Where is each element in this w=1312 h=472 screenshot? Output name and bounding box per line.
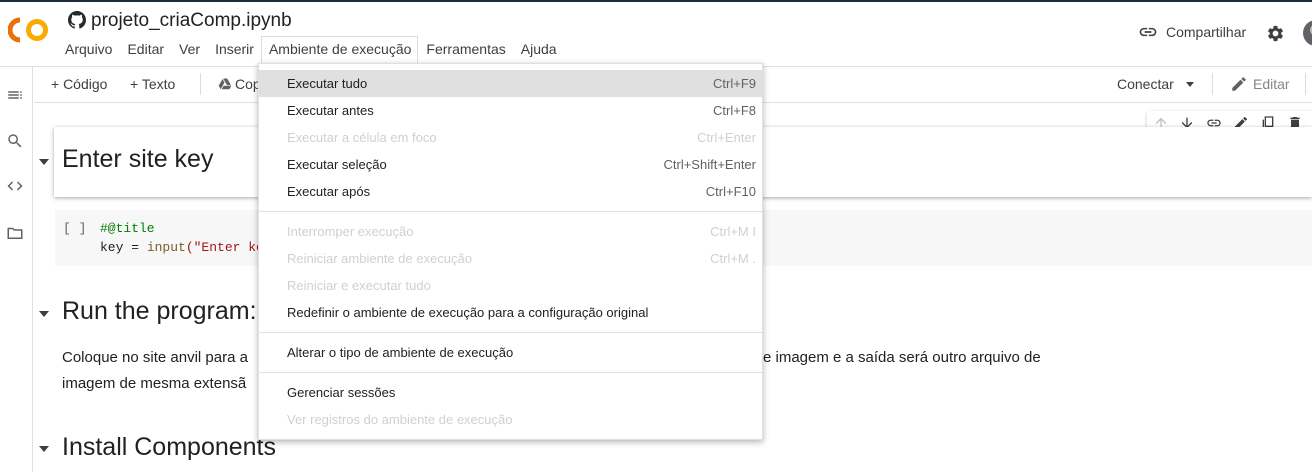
menu-item-gerenciar-sessoes[interactable]: Gerenciar sessões bbox=[259, 379, 762, 406]
toolbar-divider bbox=[200, 73, 201, 95]
menu-item-redefinir-ambiente[interactable]: Redefinir o ambiente de execução para a … bbox=[259, 299, 762, 326]
menu-item-reiniciar-ambiente: Reiniciar ambiente de execução Ctrl+M . bbox=[287, 251, 756, 266]
code-string: ("Enter ke bbox=[185, 240, 264, 255]
code-function: input bbox=[146, 240, 186, 255]
menu-bar: Arquivo Editar Ver Inserir Ambiente de e… bbox=[57, 36, 564, 63]
menu-editar[interactable]: Editar bbox=[119, 36, 171, 63]
add-text-button[interactable]: + Texto bbox=[130, 73, 175, 95]
code-snippets-icon[interactable] bbox=[6, 177, 24, 195]
menu-arquivo[interactable]: Arquivo bbox=[57, 36, 119, 63]
user-avatar[interactable] bbox=[1303, 20, 1312, 46]
menu-item-executar-selecao[interactable]: Executar seleção Ctrl+Shift+Enter bbox=[259, 151, 762, 178]
gear-icon[interactable] bbox=[1266, 24, 1285, 43]
menu-inserir[interactable]: Inserir bbox=[207, 36, 261, 63]
menu-item-executar-antes[interactable]: Executar antes Ctrl+F8 bbox=[259, 97, 762, 124]
table-of-contents-icon[interactable] bbox=[6, 86, 24, 104]
copy-to-drive-button[interactable]: Cop bbox=[218, 73, 261, 95]
folder-icon[interactable] bbox=[6, 224, 24, 242]
menu-ajuda[interactable]: Ajuda bbox=[513, 36, 564, 63]
menu-item-reiniciar-e-executar-tudo: Reiniciar e executar tudo bbox=[287, 278, 431, 293]
menu-ambiente-de-execucao[interactable]: Ambiente de execução bbox=[260, 36, 419, 63]
add-code-button[interactable]: + Código bbox=[51, 73, 107, 95]
menu-ferramentas[interactable]: Ferramentas bbox=[418, 36, 512, 63]
menu-item-executar-celula-em-foco: Executar a célula em foco Ctrl+Enter bbox=[287, 130, 756, 145]
code-comment: #@title bbox=[100, 221, 155, 236]
toolbar-divider-3 bbox=[1305, 73, 1306, 95]
code-line: key = input("Enter ke bbox=[100, 240, 264, 255]
left-sidebar bbox=[0, 67, 33, 472]
notebook-title[interactable]: projeto_criaComp.ipynb bbox=[91, 10, 292, 32]
section-heading: Enter site key bbox=[62, 145, 214, 173]
caret-down-icon bbox=[1185, 81, 1194, 87]
section-heading: Install Components bbox=[62, 433, 277, 461]
connect-label: Conectar bbox=[1117, 76, 1174, 92]
connect-button[interactable]: Conectar bbox=[1117, 73, 1194, 95]
paragraph-text: imagem de mesma extensã bbox=[62, 375, 247, 392]
toolbar-divider-2 bbox=[1212, 73, 1213, 95]
share-label: Compartilhar bbox=[1166, 24, 1247, 40]
runtime-dropdown-menu: Executar tudo Ctrl+F9 Executar antes Ctr… bbox=[258, 63, 763, 440]
search-icon[interactable] bbox=[6, 132, 24, 150]
menu-ver[interactable]: Ver bbox=[171, 36, 207, 63]
section-heading: Run the program: bbox=[62, 297, 257, 325]
window-top-border bbox=[0, 0, 1312, 2]
menu-item-ver-registros: Ver registros do ambiente de execução bbox=[287, 412, 513, 427]
edit-label: Editar bbox=[1253, 76, 1290, 92]
menu-separator bbox=[259, 211, 762, 212]
paragraph-text: e imagem e a saída será outro arquivo de bbox=[763, 349, 1041, 366]
copy-to-drive-label: Cop bbox=[235, 76, 261, 92]
edit-button[interactable]: Editar bbox=[1230, 73, 1290, 95]
menu-separator bbox=[259, 332, 762, 333]
code-assign: key = bbox=[100, 240, 147, 255]
menu-item-alterar-tipo-ambiente[interactable]: Alterar o tipo de ambiente de execução bbox=[259, 339, 762, 366]
collapse-caret-icon[interactable] bbox=[39, 159, 49, 165]
paragraph-text: Coloque no site anvil para a bbox=[62, 349, 248, 366]
pencil-icon bbox=[1232, 77, 1246, 91]
menu-item-executar-tudo[interactable]: Executar tudo Ctrl+F9 bbox=[259, 70, 762, 97]
drive-icon bbox=[218, 78, 232, 90]
menu-separator bbox=[259, 372, 762, 373]
menu-item-interromper-execucao: Interromper execução Ctrl+M I bbox=[287, 224, 756, 239]
colab-logo[interactable] bbox=[8, 16, 50, 44]
menu-item-executar-apos[interactable]: Executar após Ctrl+F10 bbox=[259, 178, 762, 205]
share-button[interactable]: Compartilhar bbox=[1138, 22, 1246, 42]
run-cell-bracket[interactable]: [ ] bbox=[63, 221, 86, 236]
collapse-caret-icon[interactable] bbox=[39, 446, 49, 452]
collapse-caret-icon[interactable] bbox=[39, 311, 49, 317]
github-icon[interactable] bbox=[68, 11, 86, 29]
link-icon bbox=[1139, 27, 1157, 37]
